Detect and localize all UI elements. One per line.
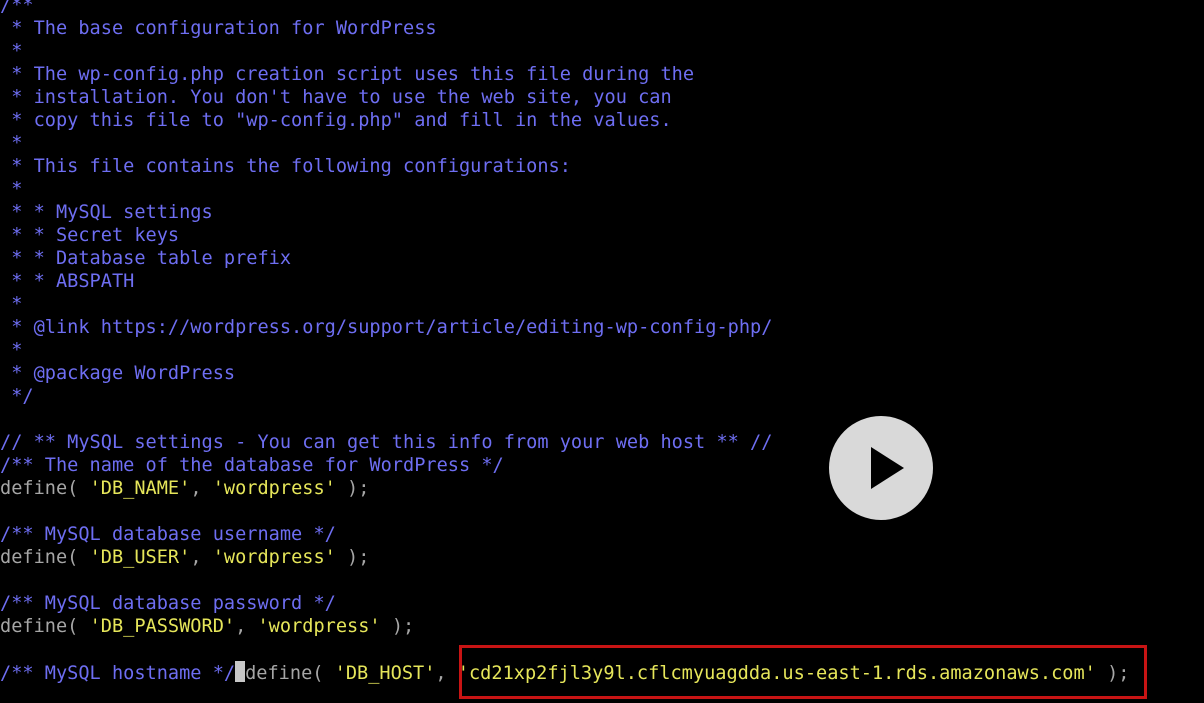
code-line: *: [0, 179, 23, 200]
code-line: * @package WordPress: [0, 363, 236, 384]
code-line: *: [0, 294, 23, 315]
code-line: */: [0, 386, 34, 407]
code-line: *: [0, 133, 23, 154]
db-host-comment: /** MySQL hostname */: [0, 663, 236, 684]
text-cursor: [235, 661, 246, 682]
db-name-key: 'DB_NAME': [89, 478, 191, 499]
db-user-value: 'wordpress': [212, 547, 336, 568]
code-line: /**: [0, 0, 34, 16]
define-keyword: define(: [245, 663, 335, 684]
separator: ,: [235, 616, 258, 637]
separator: ,: [190, 547, 213, 568]
code-line: * The wp-config.php creation script uses…: [0, 64, 695, 85]
mysql-section-comment: // ** MySQL settings - You can get this …: [0, 432, 773, 453]
db-password-define-line: define( 'DB_PASSWORD', 'wordpress' );: [0, 615, 414, 638]
db-host-highlight-box: [459, 645, 1147, 699]
code-line: * * Database table prefix: [0, 248, 292, 269]
code-line: * installation. You don't have to use th…: [0, 87, 672, 108]
code-line: *: [0, 340, 23, 361]
define-keyword: define(: [0, 616, 90, 637]
db-name-comment: /** The name of the database for WordPre…: [0, 455, 504, 476]
db-password-value: 'wordpress': [257, 616, 381, 637]
db-name-define-line: define( 'DB_NAME', 'wordpress' );: [0, 477, 369, 500]
define-close: );: [380, 616, 415, 637]
db-name-value: 'wordpress': [212, 478, 336, 499]
db-user-comment: /** MySQL database username */: [0, 524, 336, 545]
define-keyword: define(: [0, 478, 90, 499]
define-close: );: [335, 547, 370, 568]
separator: ,: [435, 663, 458, 684]
db-user-key: 'DB_USER': [89, 547, 191, 568]
code-line: * * ABSPATH: [0, 271, 135, 292]
separator: ,: [190, 478, 213, 499]
code-line: * * Secret keys: [0, 225, 180, 246]
define-close: );: [335, 478, 370, 499]
db-user-define-line: define( 'DB_USER', 'wordpress' );: [0, 546, 369, 569]
code-line: * copy this file to "wp-config.php" and …: [0, 110, 672, 131]
code-line: *: [0, 41, 23, 62]
code-line: * The base configuration for WordPress: [0, 18, 437, 39]
code-editor[interactable]: /** * The base configuration for WordPre…: [0, 0, 1204, 703]
code-line: * * MySQL settings: [0, 202, 213, 223]
code-line: * This file contains the following confi…: [0, 156, 571, 177]
db-host-key: 'DB_HOST': [334, 663, 436, 684]
play-button[interactable]: [829, 416, 933, 520]
code-line: * @link https://wordpress.org/support/ar…: [0, 317, 773, 338]
define-keyword: define(: [0, 547, 90, 568]
db-password-key: 'DB_PASSWORD': [89, 616, 236, 637]
play-icon: [871, 447, 904, 489]
db-password-comment: /** MySQL database password */: [0, 593, 336, 614]
